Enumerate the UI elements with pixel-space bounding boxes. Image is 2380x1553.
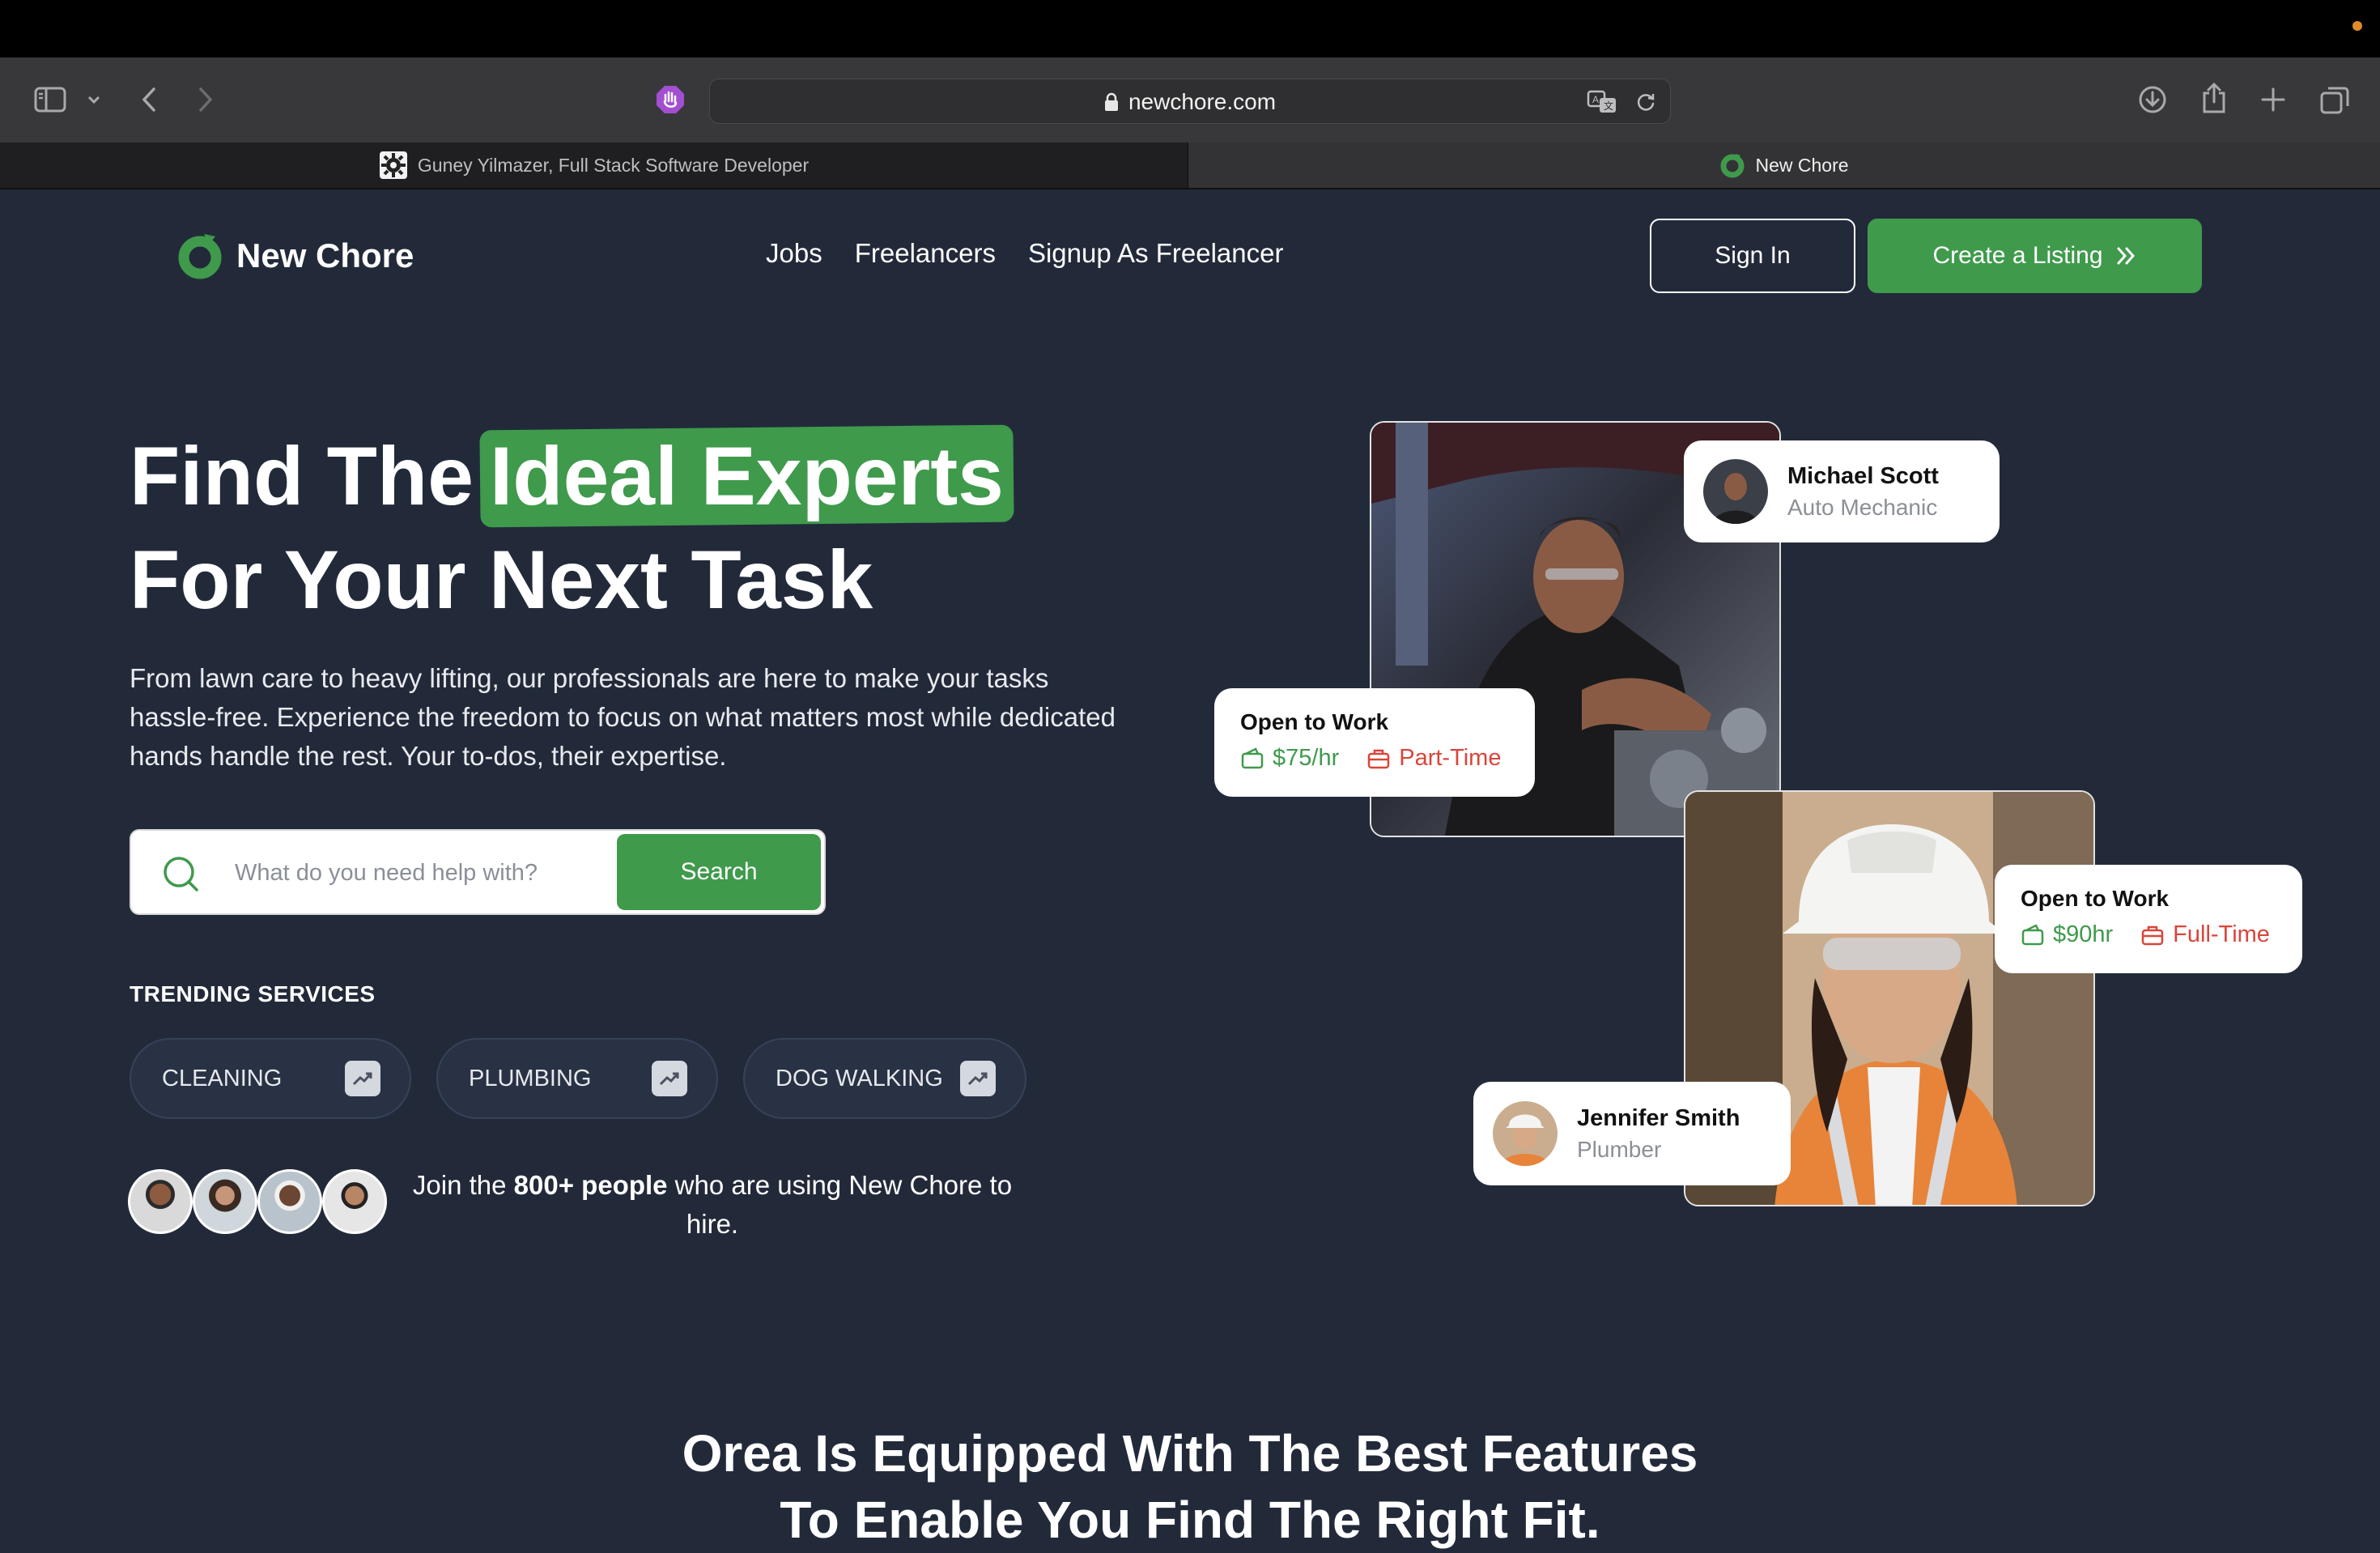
social-proof-before: Join the [412, 1170, 514, 1200]
create-listing-label: Create a Listing [1932, 242, 2103, 269]
tab-new-chore[interactable]: New Chore [1188, 143, 2380, 188]
job-rate: $75/hr [1273, 745, 1340, 771]
job-card-full-time[interactable]: Open to Work $90hr Full-Time [1995, 865, 2302, 973]
trending-pill-label: DOG WALKING [776, 1065, 943, 1091]
job-type: Full-Time [2173, 921, 2270, 947]
freelancer-role: Auto Mechanic [1787, 494, 1938, 520]
sign-in-button[interactable]: Sign In [1650, 219, 1855, 293]
new-chore-favicon-icon [1720, 154, 1745, 178]
tab-guney[interactable]: Guney Yilmazer, Full Stack Software Deve… [0, 143, 1188, 188]
hero-title: Find The Ideal Experts For Your Next Task [130, 424, 1014, 632]
trending-up-icon [345, 1061, 380, 1096]
features-heading: Orea Is Equipped With The Best Features … [0, 1420, 2380, 1553]
search-button-label: Search [680, 858, 758, 885]
tab-label: Guney Yilmazer, Full Stack Software Deve… [417, 154, 810, 176]
briefcase-icon [2141, 925, 2164, 945]
nav-signup-freelancer[interactable]: Signup As Freelancer [1028, 238, 1284, 269]
search-icon [164, 857, 198, 891]
hero-title-line2: For Your Next Task [130, 534, 873, 626]
wallet-icon [2021, 923, 2044, 945]
download-icon[interactable] [2135, 82, 2170, 117]
trending-services-title: TRENDING SERVICES [130, 981, 376, 1006]
job-type: Part-Time [1399, 745, 1502, 771]
avatar [257, 1169, 322, 1234]
avatar [1493, 1101, 1558, 1166]
system-menu-bar [0, 0, 2380, 57]
sign-in-label: Sign In [1715, 242, 1791, 269]
sidebar-toggle-icon[interactable] [31, 82, 70, 117]
gear-icon [379, 151, 407, 179]
translate-icon[interactable]: A文 [1586, 87, 1618, 117]
svg-text:A: A [1592, 94, 1599, 105]
extension-icon[interactable] [652, 82, 688, 117]
trending-pill-cleaning[interactable]: CLEANING [130, 1038, 411, 1119]
double-chevron-right-icon [2117, 247, 2135, 265]
freelancer-card-jennifer[interactable]: Jennifer Smith Plumber [1473, 1082, 1791, 1185]
lock-icon [1104, 92, 1118, 111]
social-proof-after: who are using New Chore to hire. [667, 1170, 1013, 1239]
freelancer-name: Jennifer Smith [1577, 1104, 1740, 1131]
trending-pill-label: PLUMBING [469, 1065, 592, 1091]
trending-up-icon [960, 1061, 996, 1096]
trending-up-icon [652, 1061, 687, 1096]
trending-pill-plumbing[interactable]: PLUMBING [436, 1038, 718, 1119]
new-tab-icon[interactable] [2257, 82, 2289, 117]
job-status: Open to Work [2021, 886, 2170, 911]
site-logo[interactable]: New Chore [176, 232, 414, 280]
freelancer-name: Michael Scott [1787, 462, 1939, 489]
nav-freelancers[interactable]: Freelancers [855, 238, 996, 269]
tab-bar: Guney Yilmazer, Full Stack Software Deve… [0, 143, 2380, 189]
share-icon[interactable] [2196, 79, 2232, 117]
wallet-icon [1241, 747, 1264, 768]
chevron-down-icon[interactable] [84, 88, 104, 111]
create-listing-button[interactable]: Create a Listing [1868, 219, 2202, 293]
tab-label: New Chore [1755, 154, 1849, 176]
features-heading-line1: Orea Is Equipped With The Best Features [682, 1424, 1698, 1483]
job-rate: $90hr [2053, 921, 2114, 947]
brand-name: New Chore [236, 236, 414, 274]
features-heading-line2: To Enable You Find The Right Fit. [780, 1491, 1600, 1549]
recording-indicator-icon [2352, 21, 2362, 31]
hero-title-highlight: Ideal Experts [480, 424, 1014, 528]
social-proof-count: 800+ people [513, 1170, 668, 1200]
search-box: Search [130, 829, 826, 915]
hero-title-prefix: Find The [130, 430, 474, 522]
freelancer-card-michael[interactable]: Michael Scott Auto Mechanic [1684, 440, 2000, 542]
new-chore-logo-icon [178, 234, 222, 279]
avatar [322, 1169, 387, 1234]
website: New Chore Jobs Freelancers Signup As Fre… [0, 189, 2380, 1549]
search-button[interactable]: Search [617, 834, 821, 910]
hero-title-highlight-text: Ideal Experts [489, 430, 1004, 522]
svg-text:文: 文 [1604, 100, 1613, 112]
trending-pill-dog-walking[interactable]: DOG WALKING [743, 1038, 1026, 1119]
main-nav: Jobs Freelancers Signup As Freelancer [766, 238, 1283, 269]
reload-icon[interactable] [1633, 89, 1659, 115]
hero-description: From lawn care to heavy lifting, our pro… [130, 663, 1116, 771]
trending-pill-label: CLEANING [162, 1065, 283, 1091]
briefcase-icon [1367, 749, 1390, 768]
social-proof-text: Join the 800+ people who are using New C… [405, 1166, 1020, 1244]
url-text: newchore.com [1128, 89, 1277, 114]
tab-overview-icon[interactable] [2317, 82, 2352, 117]
search-input[interactable] [235, 850, 623, 896]
freelancer-role: Plumber [1577, 1136, 1662, 1162]
job-status: Open to Work [1240, 709, 1389, 734]
forward-icon[interactable] [191, 83, 220, 116]
nav-jobs[interactable]: Jobs [766, 238, 822, 269]
job-card-part-time[interactable]: Open to Work $75/hr Part-Time [1214, 688, 1535, 797]
back-icon[interactable] [134, 83, 164, 116]
browser-toolbar: newchore.com A文 [0, 57, 2380, 143]
avatar [128, 1169, 193, 1234]
avatar [193, 1169, 257, 1234]
avatar [1703, 459, 1768, 524]
address-bar[interactable]: newchore.com A文 [709, 79, 1671, 124]
